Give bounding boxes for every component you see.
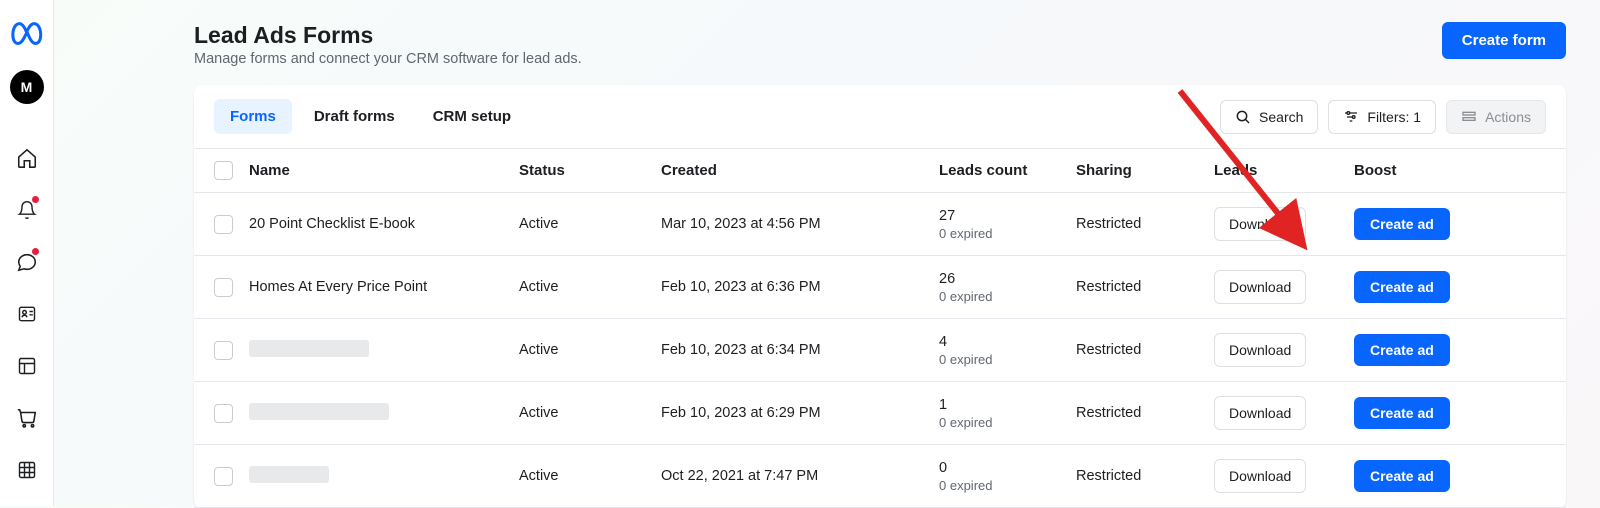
leads-expired: 0 expired [939, 289, 1060, 304]
leads-count: 1 [939, 397, 1060, 413]
row-checkbox[interactable] [214, 215, 233, 234]
row-checkbox[interactable] [214, 404, 233, 423]
row-checkbox[interactable] [214, 341, 233, 360]
create-ad-button[interactable]: Create ad [1354, 397, 1450, 429]
notification-badge [32, 196, 39, 203]
leads-count: 0 [939, 460, 1060, 476]
sidebar-home[interactable] [5, 138, 49, 178]
form-created: Mar 10, 2023 at 4:56 PM [661, 193, 939, 256]
create-ad-button[interactable]: Create ad [1354, 208, 1450, 240]
avatar[interactable]: M [10, 70, 44, 104]
search-button[interactable]: Search [1220, 100, 1318, 134]
sidebar-commerce[interactable] [5, 398, 49, 438]
leads-expired: 0 expired [939, 352, 1060, 367]
table-row[interactable]: Active Feb 10, 2023 at 6:34 PM 4 0 expire… [194, 319, 1566, 382]
filters-button[interactable]: Filters: 1 [1328, 100, 1436, 134]
form-created: Oct 22, 2021 at 7:47 PM [661, 445, 939, 508]
form-status: Active [519, 193, 661, 256]
download-button[interactable]: Download [1214, 459, 1306, 493]
form-sharing: Restricted [1076, 193, 1214, 256]
col-created: Created [661, 149, 939, 193]
form-sharing: Restricted [1076, 256, 1214, 319]
filters-label: Filters: 1 [1367, 109, 1421, 125]
col-boost: Boost [1354, 149, 1566, 193]
search-label: Search [1259, 109, 1303, 125]
left-sidebar: M [0, 0, 54, 506]
leads-count: 26 [939, 271, 1060, 287]
form-name [249, 445, 519, 508]
form-name: 20 Point Checklist E-book [249, 193, 519, 256]
inbox-badge [32, 248, 39, 255]
sidebar-notifications[interactable] [5, 190, 49, 230]
meta-logo[interactable] [7, 14, 47, 54]
leads-expired: 0 expired [939, 415, 1060, 430]
forms-table: Name Status Created Leads count Sharing … [194, 148, 1566, 508]
col-status: Status [519, 149, 661, 193]
table-row[interactable]: 20 Point Checklist E-book Active Mar 10,… [194, 193, 1566, 256]
form-sharing: Restricted [1076, 319, 1214, 382]
sidebar-insights[interactable] [5, 450, 49, 490]
create-ad-button[interactable]: Create ad [1354, 334, 1450, 366]
sidebar-contacts[interactable] [5, 294, 49, 334]
form-name [249, 382, 519, 445]
form-created: Feb 10, 2023 at 6:36 PM [661, 256, 939, 319]
tab-draft-forms[interactable]: Draft forms [298, 99, 411, 134]
col-leads-count: Leads count [939, 149, 1076, 193]
forms-panel: Forms Draft forms CRM setup Search Filte… [194, 85, 1566, 508]
create-form-button[interactable]: Create form [1442, 22, 1566, 59]
form-status: Active [519, 382, 661, 445]
actions-icon [1461, 109, 1477, 125]
form-created: Feb 10, 2023 at 6:34 PM [661, 319, 939, 382]
tab-crm-setup[interactable]: CRM setup [417, 99, 527, 134]
main-content: Lead Ads Forms Manage forms and connect … [54, 0, 1600, 506]
form-created: Feb 10, 2023 at 6:29 PM [661, 382, 939, 445]
col-leads: Leads [1214, 149, 1354, 193]
form-name: Homes At Every Price Point [249, 256, 519, 319]
select-all-checkbox[interactable] [214, 161, 233, 180]
actions-label: Actions [1485, 109, 1531, 125]
download-button[interactable]: Download [1214, 207, 1306, 241]
filters-icon [1343, 109, 1359, 125]
sidebar-inbox[interactable] [5, 242, 49, 282]
form-status: Active [519, 445, 661, 508]
form-sharing: Restricted [1076, 445, 1214, 508]
form-name [249, 319, 519, 382]
create-ad-button[interactable]: Create ad [1354, 460, 1450, 492]
page-title: Lead Ads Forms [194, 22, 582, 49]
search-icon [1235, 109, 1251, 125]
sidebar-planner[interactable] [5, 346, 49, 386]
tab-forms[interactable]: Forms [214, 99, 292, 134]
leads-expired: 0 expired [939, 478, 1060, 493]
col-sharing: Sharing [1076, 149, 1214, 193]
form-sharing: Restricted [1076, 382, 1214, 445]
table-row[interactable]: Active Oct 22, 2021 at 7:47 PM 0 0 expire… [194, 445, 1566, 508]
col-name: Name [249, 149, 519, 193]
leads-expired: 0 expired [939, 226, 1060, 241]
form-status: Active [519, 319, 661, 382]
table-row[interactable]: Active Feb 10, 2023 at 6:29 PM 1 0 expire… [194, 382, 1566, 445]
download-button[interactable]: Download [1214, 270, 1306, 304]
download-button[interactable]: Download [1214, 396, 1306, 430]
form-status: Active [519, 256, 661, 319]
row-checkbox[interactable] [214, 467, 233, 486]
row-checkbox[interactable] [214, 278, 233, 297]
actions-button[interactable]: Actions [1446, 100, 1546, 134]
create-ad-button[interactable]: Create ad [1354, 271, 1450, 303]
download-button[interactable]: Download [1214, 333, 1306, 367]
table-row[interactable]: Homes At Every Price Point Active Feb 10… [194, 256, 1566, 319]
leads-count: 27 [939, 208, 1060, 224]
page-subtitle: Manage forms and connect your CRM softwa… [194, 51, 582, 67]
leads-count: 4 [939, 334, 1060, 350]
